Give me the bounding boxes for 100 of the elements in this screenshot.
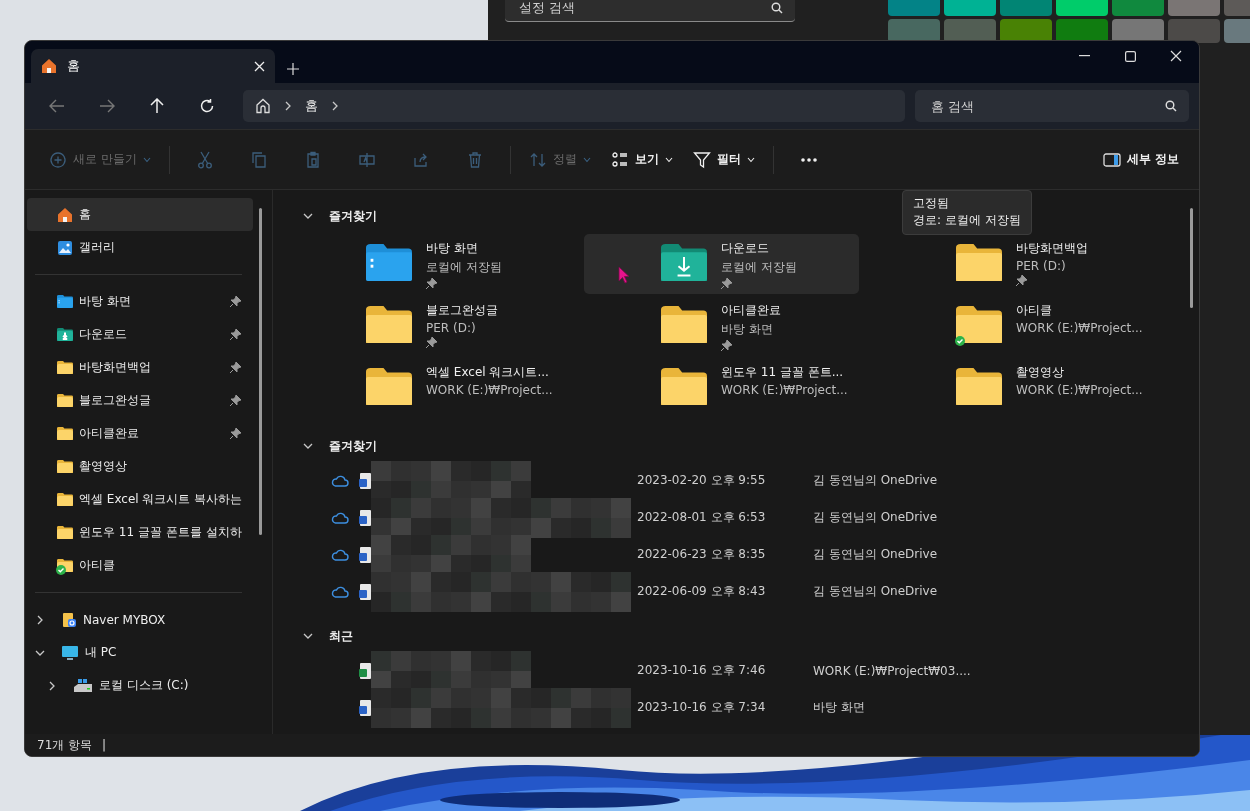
location-text: 김 동연님의 OneDrive [813, 583, 938, 600]
location-text: 바탕 화면 [813, 699, 865, 716]
folder-name: 다운로드 [721, 240, 770, 257]
folder-location: PER (D:) [426, 321, 477, 335]
sidebar-item[interactable]: 로컬 디스크 (C:) [25, 669, 251, 702]
folder-tile[interactable]: 블로그완성글 PER (D:) [289, 296, 564, 356]
folder-tile[interactable]: 바탕화면백업 PER (D:) [879, 234, 1154, 294]
scrollbar[interactable] [259, 208, 262, 535]
folder-tile[interactable]: 윈도우 11 글꼴 폰트... WORK (E:)₩Project... [584, 358, 859, 418]
sidebar-item[interactable]: 블로그완성글 [25, 384, 251, 417]
breadcrumb-chevron-icon[interactable] [283, 101, 293, 111]
folder-tile[interactable]: 다운로드 로컬에 저장됨 [584, 234, 859, 294]
folder-icon [57, 526, 73, 539]
folder-tile[interactable]: 아티클 WORK (E:)₩Project... [879, 296, 1154, 356]
monitor-icon [61, 644, 79, 661]
search-icon [771, 2, 783, 14]
download-folder-icon [661, 244, 707, 281]
folder-icon [661, 306, 707, 343]
date-text: 2022-06-23 오후 8:35 [637, 546, 767, 563]
item-count: 71개 항목 [37, 736, 93, 754]
maximize-icon [1124, 50, 1136, 62]
folder-name: 바탕 화면 [426, 240, 479, 257]
folder-icon [57, 394, 73, 407]
color-swatch[interactable] [944, 19, 996, 43]
folder-icon [956, 306, 1002, 343]
folder-name: 아티클 [1016, 302, 1053, 319]
folder-icon [956, 244, 1002, 281]
folder-location: WORK (E:)₩Project... [721, 383, 848, 397]
color-swatch[interactable] [1112, 19, 1164, 43]
location-text: 김 동연님의 OneDrive [813, 472, 938, 489]
color-swatch[interactable] [1000, 19, 1052, 43]
sidebar-item[interactable]: 아티클 [25, 549, 251, 582]
minimize-icon [1078, 55, 1090, 57]
folder-name: 블로그완성글 [426, 302, 498, 319]
folder-tile[interactable]: 촬영영상 WORK (E:)₩Project... [879, 358, 1154, 418]
address-bar[interactable]: 홈 [243, 90, 905, 122]
folder-location: WORK (E:)₩Project... [426, 383, 553, 397]
section-title: 최근 [329, 627, 353, 645]
color-swatch[interactable] [888, 19, 940, 43]
breadcrumb-chevron-icon[interactable] [330, 101, 340, 111]
date-text: 2023-10-16 오후 7:46 [637, 662, 767, 679]
cloud-drive-icon [61, 611, 77, 628]
filter-button[interactable]: 필터 [684, 141, 763, 178]
details-button[interactable]: 세부 정보 [1094, 141, 1187, 178]
cursor-icon [618, 266, 630, 284]
details-pane-icon [1102, 152, 1121, 167]
date-text: 2022-06-09 오후 8:43 [637, 583, 767, 600]
caret-icon [142, 156, 151, 163]
section-title: 즐겨찾기 [329, 437, 377, 455]
scrollbar[interactable] [1190, 208, 1193, 308]
chevron-icon[interactable] [303, 211, 313, 221]
folder-tile[interactable]: 아티클완료 바탕 화면 [584, 296, 859, 356]
folder-icon [57, 427, 73, 440]
breadcrumb[interactable]: 홈 [305, 97, 318, 115]
folder-tile[interactable]: 바탕 화면 로컬에 저장됨 [289, 234, 564, 294]
expand-chevron-icon[interactable] [47, 680, 57, 691]
status-separator: | [102, 738, 107, 752]
search-field[interactable]: 설정 검색 [505, 0, 795, 22]
forward-arrow-icon [99, 99, 115, 113]
home-outline-icon [255, 98, 271, 114]
sidebar-item[interactable]: 바탕 화면 [25, 285, 251, 318]
folder-location: WORK (E:)₩Project... [1016, 321, 1143, 335]
search-field[interactable]: 홈 검색 [915, 90, 1189, 122]
sidebar-item[interactable]: 엑셀 Excel 워크시트 복사하는 [25, 483, 251, 516]
folder-location: WORK (E:)₩Project... [1016, 383, 1143, 397]
sidebar-item[interactable]: 바탕화면백업 [25, 351, 251, 384]
color-swatch[interactable] [1168, 19, 1220, 43]
up-arrow-icon [150, 98, 164, 114]
close-icon[interactable] [254, 60, 265, 72]
chevron-icon[interactable] [303, 631, 313, 641]
download-folder-icon [57, 328, 73, 341]
view-button[interactable]: 보기 [602, 141, 681, 178]
location-text: 김 동연님의 OneDrive [813, 546, 938, 563]
sidebar-item[interactable]: 아티클완료 [25, 417, 251, 450]
location-text: 김 동연님의 OneDrive [813, 509, 938, 526]
sidebar-item[interactable]: 다운로드 [25, 318, 251, 351]
tab[interactable]: 홈 [31, 49, 275, 83]
chevron-icon[interactable] [303, 441, 313, 451]
color-swatch[interactable] [1056, 19, 1108, 43]
folder-location: PER (D:) [1016, 259, 1067, 273]
folder-icon [57, 460, 73, 473]
folder-name: 엑셀 Excel 워크시트... [426, 364, 550, 381]
folder-tile[interactable]: 엑셀 Excel 워크시트... WORK (E:)₩Project... [289, 358, 564, 418]
folder-icon [57, 361, 73, 374]
caret-icon [664, 156, 673, 163]
sidebar-item[interactable]: 홈 [27, 198, 253, 231]
sidebar-item[interactable]: 윈도우 11 글꼴 폰트를 설치하 [25, 516, 251, 549]
search-icon [1165, 100, 1177, 112]
home-icon [41, 58, 57, 74]
location-text: WORK (E:)₩Project₩03.... [813, 663, 971, 678]
folder-name: 아티클완료 [721, 302, 781, 319]
sidebar-item[interactable]: Naver MYBOX [25, 603, 251, 636]
sidebar-item[interactable]: 내 PC [25, 636, 251, 669]
date-text: 2023-10-16 오후 7:34 [637, 699, 767, 716]
expand-chevron-icon[interactable] [35, 614, 45, 625]
sidebar-item[interactable]: 촬영영상 [25, 450, 251, 483]
section-title: 즐겨찾기 [329, 207, 377, 225]
close-icon [1170, 50, 1182, 62]
sidebar-item[interactable]: 갤러리 [27, 231, 253, 264]
tooltip-text: 경로: 로컬에 저장됨 [913, 212, 1021, 229]
